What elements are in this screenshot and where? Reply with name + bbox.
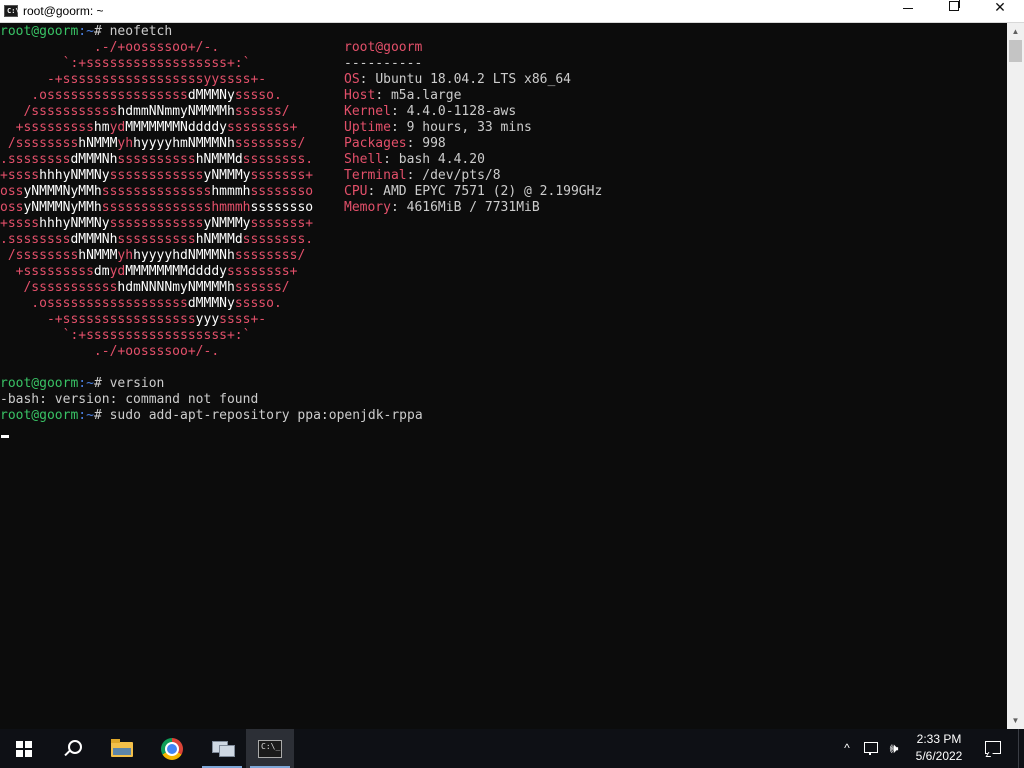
clock-date: 5/6/2022: [915, 749, 963, 763]
info-key: Packages: [344, 136, 407, 151]
prompt-line-2: root@goorm:~# version: [0, 376, 165, 391]
ascii-logo-line: .ossssssssssssssssssdMMMNysssso.: [0, 88, 282, 103]
minimize-icon: [903, 7, 913, 9]
ascii-logo-line: .ssssssssdMMMNhsssssssssshNMMMdssssssss.: [0, 152, 314, 167]
info-key: Uptime: [344, 120, 391, 135]
info-value: 9 hours, 33 mins: [406, 120, 532, 135]
notification-center-icon[interactable]: [980, 729, 1004, 768]
title-bar: C:\ root@goorm: ~ ✕: [0, 0, 1024, 23]
prompt-path: :~: [78, 24, 94, 39]
folder-icon: [111, 739, 133, 757]
scrollbar-thumb[interactable]: [1009, 40, 1022, 62]
info-row: OS: Ubuntu 18.04.2 LTS x86_64: [344, 72, 571, 87]
start-button[interactable]: [0, 729, 48, 768]
info-key: Terminal: [344, 168, 407, 183]
ascii-logo-line: /ssssssssssshdmmNNmmyNMMMMhssssss/: [0, 104, 290, 119]
info-key: CPU: [344, 184, 368, 199]
info-value: AMD EPYC 7571 (2) @ 2.199GHz: [383, 184, 603, 199]
terminal-area[interactable]: root@goorm:~# neofetch .-/+oossssoo+/-. …: [0, 23, 1007, 729]
show-desktop-button[interactable]: [1018, 729, 1019, 768]
info-value: m5a.large: [390, 88, 462, 103]
ascii-logo-line: /sssssssshNMMMyhhyyyyhmNMMMNhssssssss/: [0, 136, 306, 151]
prompt-line-3: root@goorm:~# sudo add-apt-repository pp…: [0, 408, 423, 423]
info-key: OS: [344, 72, 360, 87]
show-hidden-icons-chevron-icon[interactable]: ^: [838, 729, 856, 768]
network-app-button[interactable]: [198, 729, 246, 768]
file-explorer-button[interactable]: [98, 729, 146, 768]
info-row: Kernel: 4.4.0-1128-aws: [344, 104, 517, 119]
ascii-logo-line: ossyNMMMNyMMhsssssssssssssshmmmhssssssso: [0, 200, 314, 215]
windows-logo-icon: [16, 741, 32, 757]
info-value: 4.4.0-1128-aws: [406, 104, 517, 119]
ascii-logo-line: `:+ssssssssssssssssss+:`: [0, 328, 251, 343]
info-key: Host: [344, 88, 376, 103]
info-row: Uptime: 9 hours, 33 mins: [344, 120, 532, 135]
ascii-logo-line: +sssshhhyNMMNyssssssssssssyNMMMysssssss+: [0, 168, 314, 183]
network-tray-icon[interactable]: [861, 729, 881, 768]
scroll-down-arrow-icon[interactable]: ▼: [1007, 712, 1024, 729]
info-value: 4616MiB / 7731MiB: [406, 200, 540, 215]
vertical-scrollbar[interactable]: ▲ ▼: [1007, 23, 1024, 729]
error-output: -bash: version: command not found: [0, 392, 259, 407]
ascii-logo-line: -+ssssssssssssssssssyyssss+-: [0, 72, 267, 87]
ascii-logo-line: +ssssssssshmydMMMMMMMNddddyssssssss+: [0, 120, 298, 135]
prompt-symbol: #: [93, 24, 110, 39]
info-row: Host: m5a.large: [344, 88, 462, 103]
info-key: Memory: [344, 200, 391, 215]
terminal-taskbar-button[interactable]: C:\_: [246, 729, 294, 768]
ascii-logo-line: /ssssssssssshdmNNNNmyNMMMMhssssss/: [0, 280, 290, 295]
prompt-user: root@goorm: [0, 24, 79, 39]
info-row: Terminal: /dev/pts/8: [344, 168, 501, 183]
clock[interactable]: 2:33 PM 5/6/2022: [908, 729, 970, 768]
info-row: Memory: 4616MiB / 7731MiB: [344, 200, 540, 215]
cmd-icon: C:\: [4, 5, 20, 17]
maximize-button[interactable]: [931, 0, 977, 23]
taskbar: C:\_ ^ 🕪 2:33 PM 5/6/2022: [0, 729, 1024, 768]
window-title: root@goorm: ~: [23, 4, 104, 18]
ascii-logo-line: +sssssssssdmydMMMMMMMMddddyssssssss+: [0, 264, 298, 279]
search-button[interactable]: [48, 729, 96, 768]
ascii-logo-line: .-/+oossssoo+/-.: [0, 344, 220, 359]
ascii-logo-line: .ossssssssssssssssssdMMMNysssso.: [0, 296, 282, 311]
scroll-up-arrow-icon[interactable]: ▲: [1007, 23, 1024, 40]
text-cursor: [1, 435, 9, 438]
command-text: neofetch: [109, 24, 173, 39]
volume-icon[interactable]: 🕪: [884, 729, 904, 768]
info-value: bash 4.4.20: [398, 152, 485, 167]
info-value: /dev/pts/8: [422, 168, 501, 183]
ascii-logo-line: -+sssssssssssssssssyyyssss+-: [0, 312, 267, 327]
info-value: Ubuntu 18.04.2 LTS x86_64: [375, 72, 571, 87]
chrome-icon: [161, 738, 183, 760]
search-icon: [68, 740, 82, 754]
prompt-line-1: root@goorm:~# neofetch: [0, 24, 172, 40]
ascii-logo-line: .-/+oossssoo+/-.: [0, 40, 220, 55]
ascii-logo-line: ossyNMMMNyMMhsssssssssssssshmmmhssssssso: [0, 184, 314, 199]
info-header: root@goorm: [344, 40, 423, 55]
network-app-icon: [210, 739, 235, 757]
chrome-button[interactable]: [148, 729, 196, 768]
ascii-logo-line: /sssssssshNMMMyhhyyyyhdNMMMNhssssssss/: [0, 248, 306, 263]
info-value: 998: [422, 136, 446, 151]
restore-icon: [949, 0, 960, 11]
info-key: Shell: [344, 152, 384, 167]
ascii-logo-line: `:+ssssssssssssssssss+:`: [0, 56, 251, 71]
info-row: Shell: bash 4.4.20: [344, 152, 485, 167]
info-row: Packages: 998: [344, 136, 446, 151]
ascii-logo-line: +sssshhhyNMMNyssssssssssssyNMMMysssssss+: [0, 216, 314, 231]
info-row: CPU: AMD EPYC 7571 (2) @ 2.199GHz: [344, 184, 603, 199]
command-text: version: [109, 376, 165, 391]
clock-time: 2:33 PM: [916, 732, 962, 746]
info-key: Kernel: [344, 104, 391, 119]
info-separator: ----------: [344, 56, 423, 71]
command-text: sudo add-apt-repository ppa:openjdk-rppa: [109, 408, 423, 423]
close-button[interactable]: ✕: [977, 0, 1023, 23]
cmd-icon: C:\_: [258, 740, 282, 758]
minimize-button[interactable]: [885, 0, 931, 23]
ascii-logo-line: .ssssssssdMMMNhsssssssssshNMMMdssssssss.: [0, 232, 314, 247]
